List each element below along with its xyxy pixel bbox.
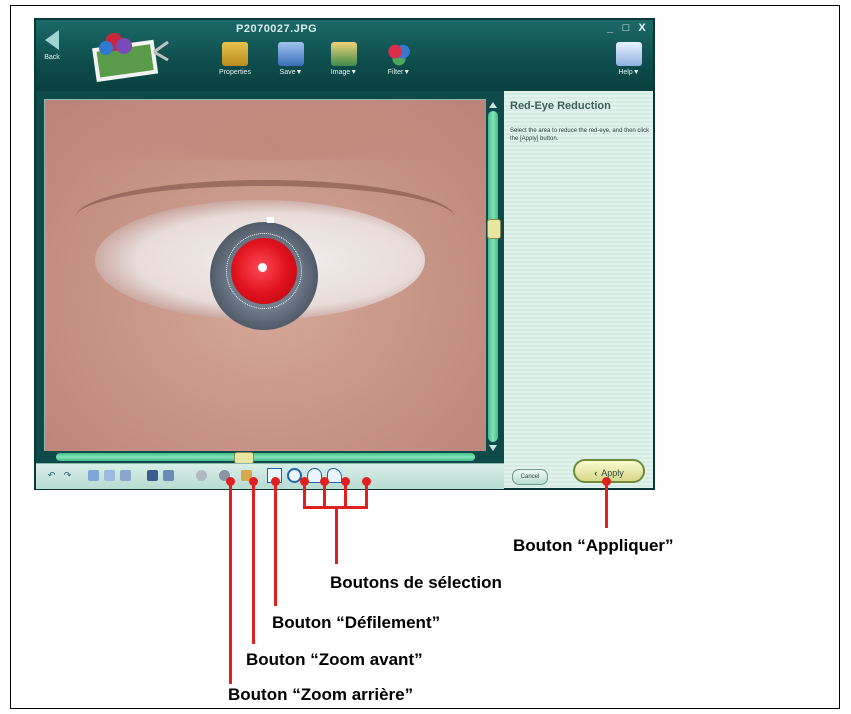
- image-viewer[interactable]: [44, 99, 488, 453]
- select-stem: [335, 506, 338, 564]
- red-eye-panel: Red-Eye Reduction Select the area to red…: [504, 91, 653, 488]
- select-freehand-icon[interactable]: [327, 468, 342, 483]
- chevron-left-icon: ‹: [594, 468, 598, 478]
- help-button[interactable]: Help▼: [606, 42, 652, 90]
- panel-instructions: Select the area to reduce the red-eye, a…: [510, 128, 650, 142]
- cancel-button[interactable]: Cancel: [512, 469, 548, 485]
- callout-zoom-out: Bouton “Zoom arrière”: [228, 685, 414, 704]
- fit-window-icon[interactable]: [147, 470, 158, 481]
- horizontal-scroll-track[interactable]: [56, 453, 475, 461]
- filter-icon: [386, 42, 412, 66]
- window-title: P2070027.JPG: [236, 23, 318, 35]
- back-arrow-icon: [45, 30, 59, 50]
- zoom-in-line: [252, 484, 255, 644]
- properties-icon: [222, 42, 248, 66]
- filter-button[interactable]: Filter▼: [376, 42, 422, 90]
- app-window: P2070027.JPG _ □ X Back Properties Save▼…: [34, 18, 655, 490]
- photo-glint: [258, 263, 267, 272]
- filter-label: Filter▼: [387, 69, 411, 76]
- callout-selection: Boutons de sélection: [330, 573, 502, 592]
- copy-icon[interactable]: [88, 470, 99, 481]
- panel-title: Red-Eye Reduction: [510, 100, 611, 112]
- photo-brow: [45, 100, 487, 160]
- redo-icon[interactable]: ↷: [62, 470, 73, 481]
- select-line-4: [365, 484, 368, 508]
- vertical-scroll-thumb[interactable]: [487, 219, 501, 239]
- zoom-out-icon[interactable]: [196, 470, 207, 481]
- floppy-disk-icon: [278, 42, 304, 66]
- scroll-up-icon[interactable]: [489, 102, 497, 108]
- vertical-scrollbar[interactable]: [486, 99, 501, 454]
- paste-icon[interactable]: [120, 470, 131, 481]
- actual-size-icon[interactable]: [163, 470, 174, 481]
- properties-button[interactable]: Properties: [212, 42, 258, 90]
- callout-zoom-in: Bouton “Zoom avant”: [246, 650, 423, 669]
- image-icon: [331, 42, 357, 66]
- back-label: Back: [44, 54, 60, 61]
- back-button[interactable]: Back: [38, 28, 66, 78]
- cut-icon[interactable]: [104, 470, 115, 481]
- vertical-scroll-track[interactable]: [488, 111, 498, 442]
- toolbar: P2070027.JPG _ □ X Back Properties Save▼…: [36, 20, 653, 91]
- photo-highlight: [267, 217, 274, 223]
- bottom-toolbar: ↶ ↷: [36, 463, 504, 489]
- select-line-2: [323, 484, 326, 508]
- image-label: Image▼: [330, 69, 358, 76]
- undo-icon[interactable]: ↶: [46, 470, 57, 481]
- select-line-3: [344, 484, 347, 508]
- scroll-down-icon[interactable]: [489, 445, 497, 451]
- zoom-out-line: [229, 484, 232, 684]
- callout-scroll: Bouton “Défilement”: [272, 613, 441, 632]
- image-button[interactable]: Image▼: [321, 42, 367, 90]
- close-button[interactable]: X: [635, 22, 649, 34]
- apply-line: [605, 484, 608, 528]
- horizontal-scrollbar[interactable]: [44, 451, 487, 464]
- callout-apply: Bouton “Appliquer”: [513, 536, 674, 555]
- minimize-button[interactable]: _: [603, 22, 617, 34]
- red-eye-logo-icon: [92, 33, 169, 82]
- scroll-line: [274, 484, 277, 606]
- maximize-button[interactable]: □: [619, 22, 633, 34]
- save-button[interactable]: Save▼: [268, 42, 314, 90]
- select-line-1: [303, 484, 306, 508]
- properties-label: Properties: [219, 69, 251, 76]
- save-label: Save▼: [279, 69, 303, 76]
- help-icon: [616, 42, 642, 66]
- help-label: Help▼: [618, 69, 640, 76]
